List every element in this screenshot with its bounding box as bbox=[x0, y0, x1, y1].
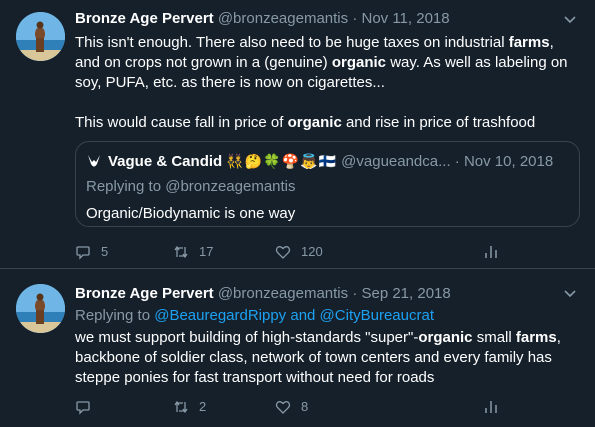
display-name[interactable]: Bronze Age Pervert bbox=[75, 10, 214, 27]
handle[interactable]: @bronzeagemantis bbox=[218, 285, 348, 302]
name-emojis: 👯🤔🍀🍄👼🇫🇮 bbox=[226, 153, 337, 170]
analytics-button[interactable] bbox=[483, 397, 509, 417]
highlighted-keyword: farms bbox=[508, 34, 550, 51]
tweet-header: Bronze Age Pervert @bronzeagemantis · No… bbox=[75, 9, 450, 29]
like-button[interactable]: 120 bbox=[275, 242, 323, 262]
reply-count: 5 bbox=[101, 244, 109, 259]
replying-to-prefix: Replying to bbox=[75, 307, 155, 324]
emoji: 👯 bbox=[226, 153, 244, 169]
rabbit-logo-icon bbox=[88, 155, 100, 167]
emoji: 👼 bbox=[300, 153, 318, 169]
quoted-timestamp: Nov 10, 2018 bbox=[463, 153, 554, 170]
emoji: 🤔 bbox=[244, 153, 263, 169]
avatar[interactable] bbox=[16, 284, 65, 333]
quoted-handle: @vagueandca... bbox=[341, 153, 451, 170]
tweet-paragraph: This would cause fall in price of organi… bbox=[75, 113, 580, 133]
separator: · bbox=[352, 10, 358, 27]
retweet-icon bbox=[174, 400, 188, 414]
retweet-count: 17 bbox=[199, 244, 214, 259]
handle[interactable]: @bronzeagemantis bbox=[218, 10, 348, 27]
quoted-tweet-header: Vague & Candid 👯🤔🍀🍄👼🇫🇮 @vagueandca... · … bbox=[86, 151, 553, 171]
reply-button[interactable] bbox=[75, 397, 101, 417]
reply-icon bbox=[76, 246, 90, 260]
text-run: small bbox=[472, 329, 516, 346]
replying-to: Replying to @BeauregardRippy and @CityBu… bbox=[75, 306, 434, 326]
timestamp[interactable]: Sep 21, 2018 bbox=[361, 285, 450, 302]
heart-icon bbox=[275, 246, 291, 259]
highlighted-keyword: organic bbox=[418, 329, 473, 346]
retweet-icon bbox=[174, 245, 188, 259]
quoted-replying-to: Replying to @bronzeagemantis bbox=[86, 178, 296, 195]
quoted-tweet[interactable]: Vague & Candid 👯🤔🍀🍄👼🇫🇮 @vagueandca... · … bbox=[75, 141, 580, 227]
retweet-button[interactable]: 2 bbox=[173, 397, 206, 417]
highlighted-keyword: farms bbox=[515, 329, 557, 346]
like-button[interactable]: 8 bbox=[275, 397, 308, 417]
tweet-text: This isn't enough. There also need to be… bbox=[75, 33, 580, 133]
highlighted-keyword: organic bbox=[331, 54, 387, 71]
display-name[interactable]: Bronze Age Pervert bbox=[75, 285, 214, 302]
text-run: we must support building of high-standar… bbox=[75, 329, 419, 346]
retweet-count: 2 bbox=[199, 399, 207, 414]
like-count: 8 bbox=[301, 399, 309, 414]
heart-icon bbox=[275, 401, 291, 414]
tweet[interactable]: Bronze Age Pervert @bronzeagemantis · Se… bbox=[0, 269, 595, 427]
emoji: 🍀 bbox=[263, 153, 281, 169]
tweet[interactable]: Bronze Age Pervert @bronzeagemantis · No… bbox=[0, 0, 595, 269]
highlighted-keyword: organic bbox=[287, 114, 342, 131]
like-count: 120 bbox=[301, 244, 323, 259]
text-run: This would cause fall in price of bbox=[75, 114, 288, 131]
text-run: This isn't enough. There also need to be… bbox=[75, 34, 509, 51]
replying-to-users[interactable]: @BeauregardRippy and @CityBureaucrat bbox=[154, 307, 434, 324]
analytics-icon bbox=[485, 246, 497, 258]
chevron-down-icon[interactable] bbox=[563, 12, 577, 26]
analytics-button[interactable] bbox=[483, 242, 509, 262]
action-bar: 2 8 bbox=[75, 397, 497, 417]
emoji: 🍄 bbox=[281, 153, 300, 169]
analytics-icon bbox=[485, 401, 497, 413]
quoted-display-name: Vague & Candid bbox=[108, 153, 223, 170]
retweet-button[interactable]: 17 bbox=[173, 242, 213, 262]
text-run: and rise in price of trashfood bbox=[341, 114, 536, 131]
chevron-down-icon[interactable] bbox=[563, 286, 577, 300]
action-bar: 5 17 120 bbox=[75, 242, 497, 262]
quoted-text: Organic/Biodynamic is one way bbox=[86, 205, 296, 222]
separator: · bbox=[352, 285, 358, 302]
emoji: 🇫🇮 bbox=[318, 153, 336, 169]
avatar[interactable] bbox=[16, 12, 65, 61]
separator: · bbox=[454, 153, 460, 170]
reply-button[interactable]: 5 bbox=[75, 242, 108, 262]
tweet-paragraph: This isn't enough. There also need to be… bbox=[75, 33, 580, 93]
tweet-header: Bronze Age Pervert @bronzeagemantis · Se… bbox=[75, 284, 451, 304]
tweet-text: we must support building of high-standar… bbox=[75, 328, 580, 388]
tweet-paragraph: we must support building of high-standar… bbox=[75, 328, 580, 388]
reply-icon bbox=[76, 401, 90, 415]
timestamp[interactable]: Nov 11, 2018 bbox=[361, 10, 449, 27]
